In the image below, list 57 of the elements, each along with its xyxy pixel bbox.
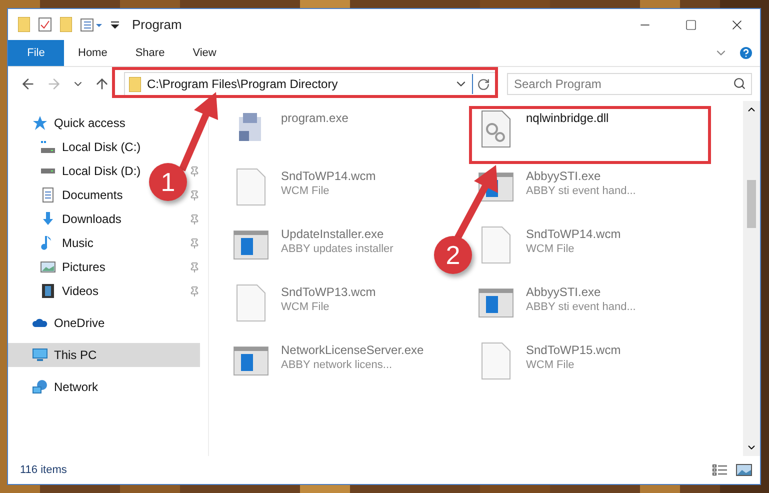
pin-icon[interactable] [189,166,200,176]
up-icon[interactable] [94,76,110,92]
sidebar-item[interactable]: Local Disk (D:) [8,159,145,183]
film-icon [40,283,56,299]
scroll-thumb[interactable] [747,180,756,228]
pin-icon[interactable] [189,262,200,272]
dropdown-icon[interactable] [110,20,120,30]
download-icon [40,211,56,227]
sidebar-item[interactable]: This PC [8,343,200,367]
window-title: Program [132,17,182,32]
file-item[interactable]: AbbyySTI.exe ABBY sti event hand... [474,279,640,327]
help-icon[interactable] [738,45,754,61]
file-item[interactable]: SndToWP13.wcm WCM File [229,279,380,327]
sidebar-item[interactable]: Quick access [8,111,130,135]
star-icon [32,115,48,131]
folder-icon [18,17,30,32]
pin-icon[interactable] [189,238,200,248]
file-item[interactable]: nqlwinbridge.dll [474,105,613,153]
folder-icon [129,76,141,92]
sidebar-item[interactable]: Pictures [8,255,110,279]
sidebar-item[interactable]: Downloads [8,207,126,231]
file-item[interactable]: program.exe [229,105,352,153]
maximize-icon[interactable] [685,18,697,30]
back-icon[interactable] [20,76,36,92]
sidebar-item[interactable]: Documents [8,183,127,207]
search-icon [733,77,746,90]
large-icons-view-icon[interactable] [736,464,752,476]
sidebar-item[interactable]: Network [8,375,102,399]
drive-icon [40,168,56,174]
file-item[interactable]: NetworkLicenseServer.exe ABBY network licens... [229,337,428,385]
document-icon [40,187,56,203]
monitor-icon [32,347,48,363]
details-view-icon[interactable] [712,464,728,476]
sidebar-item[interactable]: Videos [8,279,102,303]
ribbon-tab[interactable]: File [8,40,64,66]
pin-icon[interactable] [189,214,200,224]
network-icon [32,379,48,395]
properties-icon[interactable] [80,18,102,32]
search-field[interactable]: Search Program [507,73,752,95]
pin-icon[interactable] [189,286,200,296]
sidebar-item[interactable]: Music [8,231,98,255]
sidebar-item[interactable]: Local Disk (C:) [8,135,145,159]
drive-icon [40,141,56,153]
file-item[interactable]: SndToWP14.wcm WCM File [229,163,380,211]
checklist-icon[interactable] [38,17,52,32]
file-item[interactable]: SndToWP14.wcm WCM File [474,221,625,269]
pin-icon[interactable] [189,190,200,200]
file-item[interactable]: SndToWP15.wcm WCM File [474,337,625,385]
item-count: 116 items [20,464,67,476]
picture-icon [40,259,56,275]
ribbon-tab[interactable]: Share [121,40,179,66]
scrollbar[interactable] [743,101,760,456]
file-item[interactable]: UpdateInstaller.exe ABBY updates installer [229,221,398,269]
sidebar-item[interactable]: OneDrive [8,311,109,335]
refresh-icon[interactable] [477,78,490,90]
ribbon-tab[interactable]: View [178,40,230,66]
ribbon-tab[interactable]: Home [64,40,122,66]
